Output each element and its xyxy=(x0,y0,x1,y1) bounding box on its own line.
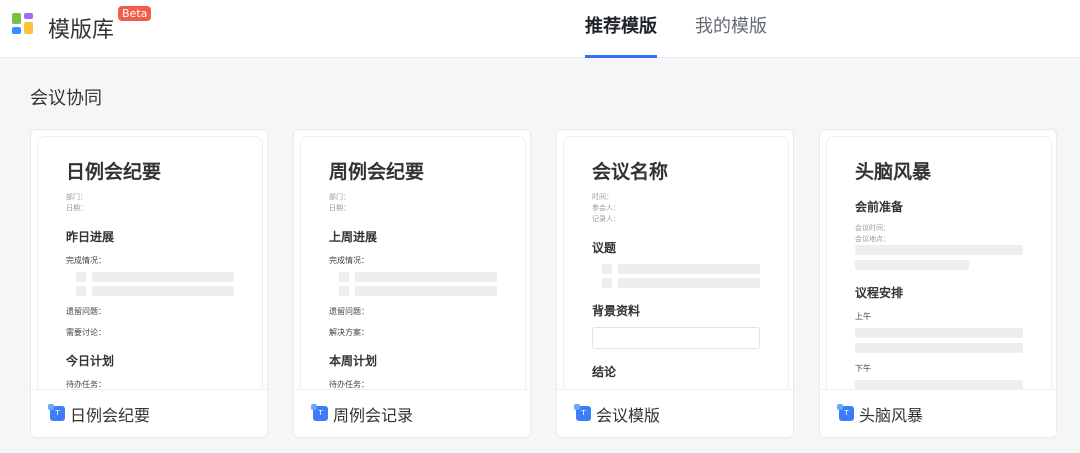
placeholder-checkbox-row xyxy=(339,272,497,282)
preview-meta: 部门： xyxy=(66,193,87,201)
section-title: 会议协同 xyxy=(30,88,102,109)
preview-meta: 会议时间： xyxy=(855,224,890,232)
tab-bar: 推荐模版 我的模版 xyxy=(585,0,767,58)
template-name: 头脑风暴 xyxy=(859,405,924,425)
preview-meta: 日期： xyxy=(66,204,87,212)
beta-badge: Beta xyxy=(118,6,152,21)
template-preview: 周例会纪要 部门： 日期： 上周进展 完成情况： 遗留问题： 解决方案： 本周计划 待办任务： xyxy=(300,136,526,391)
card-footer: T 日例会纪要 xyxy=(31,389,267,437)
preview-h2: 会前准备 xyxy=(855,200,904,214)
template-preview: 头脑风暴会前准备会议时间： 会议地点： 议程安排上午下午 xyxy=(826,136,1052,391)
preview-label: 遗留问题： xyxy=(66,307,106,316)
template-cards: 日例会纪要 部门： 日期： 昨日进展 完成情况： 遗留问题： 需要讨论： 今日计划 待办任务： T… xyxy=(30,129,1057,438)
template-card[interactable]: 日例会纪要 部门： 日期： 昨日进展 完成情况： 遗留问题： 需要讨论： 今日计划 待办任务： T… xyxy=(30,129,268,438)
template-card[interactable]: 周例会纪要 部门： 日期： 上周进展 完成情况： 遗留问题： 解决方案： 本周计划 待办任务： T… xyxy=(293,129,531,438)
template-preview: 日例会纪要 部门： 日期： 昨日进展 完成情况： 遗留问题： 需要讨论： 今日计划 待办任务： xyxy=(37,136,263,391)
doc-icon: T xyxy=(837,404,854,421)
app-title: 模版库 xyxy=(48,18,115,43)
preview-h2: 本周计划 xyxy=(329,354,378,368)
card-footer: T 会议模版 xyxy=(557,389,793,437)
placeholder-checkbox-row xyxy=(602,278,760,288)
placeholder-checkbox-row xyxy=(602,264,760,274)
preview-meta: 部门： xyxy=(329,193,350,201)
preview-title: 会议名称 xyxy=(592,161,669,183)
placeholder-checkbox-row xyxy=(76,272,234,282)
header: 模版库 Beta 推荐模版 我的模版 xyxy=(0,0,1080,58)
preview-meta: 日期： xyxy=(329,204,350,212)
card-footer: T 头脑风暴 xyxy=(820,389,1056,437)
template-name: 会议模版 xyxy=(596,405,661,425)
preview-label: 完成情况： xyxy=(66,256,106,265)
placeholder-bar xyxy=(855,260,970,270)
preview-title: 周例会纪要 xyxy=(329,161,425,183)
preview-h2: 议程安排 xyxy=(855,286,904,300)
placeholder-checkbox-row xyxy=(339,286,497,296)
template-preview: 会议名称时间： 参会人： 记录人： 议题背景资料结论 xyxy=(563,136,789,391)
preview-label: 上午 xyxy=(855,312,871,321)
preview-label: 遗留问题： xyxy=(329,307,369,316)
preview-meta: 记录人： xyxy=(592,215,620,223)
preview-label: 完成情况： xyxy=(329,256,369,265)
placeholder-box xyxy=(592,327,760,349)
doc-icon: T xyxy=(48,404,65,421)
doc-icon: T xyxy=(311,404,328,421)
preview-meta: 会议地点： xyxy=(855,235,890,243)
placeholder-checkbox-row xyxy=(76,286,234,296)
preview-title: 头脑风暴 xyxy=(855,161,932,183)
preview-label: 需要讨论： xyxy=(66,328,106,337)
template-name: 周例会记录 xyxy=(333,405,414,425)
app-logo-icon xyxy=(12,13,34,35)
preview-label: 下午 xyxy=(855,364,871,373)
preview-h2: 结论 xyxy=(592,365,617,379)
preview-title: 日例会纪要 xyxy=(66,161,162,183)
tab-recommended[interactable]: 推荐模版 xyxy=(585,0,657,58)
doc-icon: T xyxy=(574,404,591,421)
preview-h2: 背景资料 xyxy=(592,304,641,318)
placeholder-bar xyxy=(855,245,1023,255)
preview-h2: 上周进展 xyxy=(329,230,378,244)
tab-my-templates[interactable]: 我的模版 xyxy=(695,0,767,58)
placeholder-bar xyxy=(855,343,1023,353)
preview-h2: 议题 xyxy=(592,241,617,255)
template-card[interactable]: 头脑风暴 会前准备 会议时间： 会议地点： 议程安排 上午 下午 T 头脑风暴 xyxy=(819,129,1057,438)
preview-meta: 参会人： xyxy=(592,204,620,212)
template-card[interactable]: 会议名称时间： 参会人： 记录人： 议题背景资料结论 T 会议模版 xyxy=(556,129,794,438)
placeholder-bar xyxy=(855,328,1023,338)
preview-meta: 时间： xyxy=(592,193,613,201)
preview-label: 解决方案： xyxy=(329,328,369,337)
preview-h2: 昨日进展 xyxy=(66,230,115,244)
card-footer: T 周例会记录 xyxy=(294,389,530,437)
preview-h2: 今日计划 xyxy=(66,354,115,368)
template-name: 日例会纪要 xyxy=(70,405,151,425)
